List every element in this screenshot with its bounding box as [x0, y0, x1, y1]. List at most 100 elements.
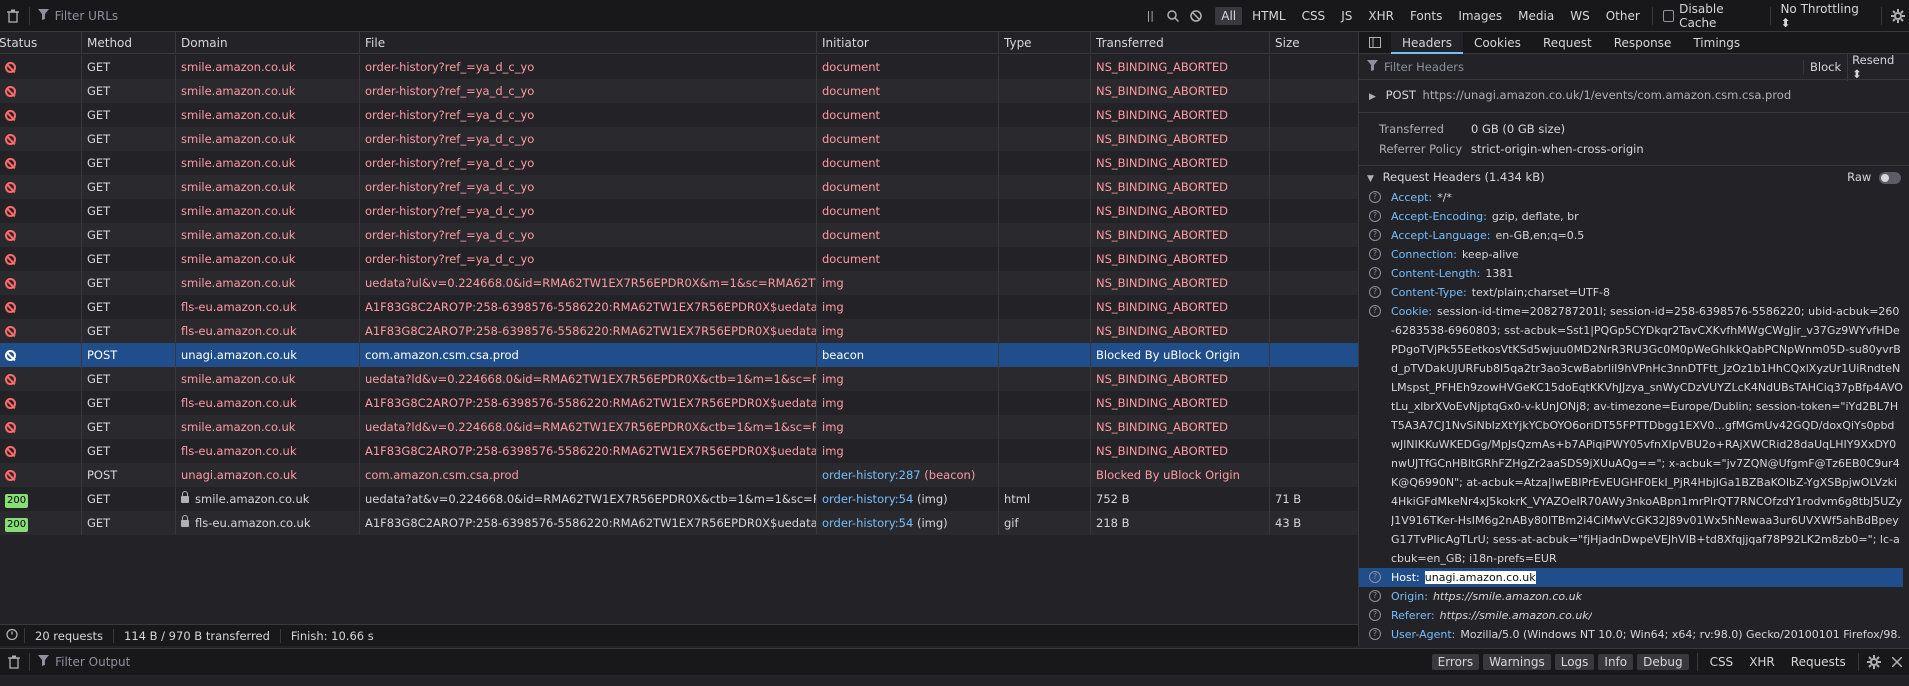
table-row[interactable]: GET smile.amazon.co.uk order-history?ref_=…: [0, 127, 1358, 151]
disable-cache-checkbox[interactable]: Disable Cache: [1662, 2, 1760, 30]
table-row[interactable]: POST unagi.amazon.co.uk com.amazon.csm.csa…: [0, 343, 1358, 367]
help-icon[interactable]: ?: [1369, 267, 1381, 279]
table-row[interactable]: 200 GET smile.amazon.co.uk uedata?at&v=0.22…: [0, 487, 1358, 511]
header-value[interactable]: keep-alive: [1462, 248, 1519, 261]
table-row[interactable]: GET smile.amazon.co.uk order-history?ref_=…: [0, 79, 1358, 103]
header-value[interactable]: unagi.amazon.co.uk: [1424, 571, 1536, 584]
initiator-text[interactable]: order-history:54: [822, 492, 913, 506]
column-header-size[interactable]: Size: [1270, 32, 1358, 53]
header-value[interactable]: text/plain;charset=UTF-8: [1472, 286, 1610, 299]
search-icon[interactable]: [1162, 4, 1185, 28]
pause-icon[interactable]: ||: [1147, 9, 1154, 22]
tab-cookies[interactable]: Cookies: [1463, 32, 1532, 54]
throttling-select[interactable]: No Throttling ⬍: [1780, 2, 1867, 30]
header-value[interactable]: https://smile.amazon.co.uk/: [1440, 609, 1593, 622]
table-row[interactable]: GET fls-eu.amazon.co.uk A1F83G8C2ARO7P:258…: [0, 439, 1358, 463]
chevron-down-icon[interactable]: ▼: [1367, 174, 1374, 184]
table-row[interactable]: GET smile.amazon.co.uk order-history?ref_=…: [0, 223, 1358, 247]
resend-button[interactable]: Resend ⬍: [1847, 52, 1909, 81]
table-row[interactable]: POST unagi.amazon.co.uk com.amazon.csm.csa…: [0, 463, 1358, 487]
trash-icon[interactable]: [2, 4, 25, 28]
tab-response[interactable]: Response: [1603, 32, 1683, 54]
type-filter-fonts[interactable]: Fonts: [1404, 7, 1448, 25]
checkbox-icon[interactable]: [1662, 9, 1675, 22]
help-icon[interactable]: ?: [1369, 571, 1381, 583]
stopwatch-icon[interactable]: [0, 628, 25, 643]
help-icon[interactable]: ?: [1369, 229, 1381, 241]
header-value[interactable]: session-id-time=2082787201l; session-id=…: [1391, 305, 1903, 565]
header-row[interactable]: ? Content-Length: 1381: [1359, 264, 1903, 283]
gear-icon[interactable]: [1863, 650, 1886, 674]
console-filter-info[interactable]: Info: [1598, 654, 1634, 670]
close-icon[interactable]: [1886, 650, 1909, 674]
type-filter-media[interactable]: Media: [1512, 7, 1560, 25]
table-row[interactable]: GET smile.amazon.co.uk order-history?ref_=…: [0, 103, 1358, 127]
column-header-type[interactable]: Type: [999, 32, 1091, 53]
help-icon[interactable]: ?: [1369, 210, 1381, 222]
header-row[interactable]: ? Accept-Encoding: gzip, deflate, br: [1359, 207, 1903, 226]
header-row[interactable]: ? Host: unagi.amazon.co.uk: [1359, 568, 1903, 587]
column-header-status[interactable]: Status: [0, 32, 82, 53]
table-row[interactable]: GET fls-eu.amazon.co.uk A1F83G8C2ARO7P:258…: [0, 295, 1358, 319]
console-filter-warnings[interactable]: Warnings: [1483, 654, 1551, 670]
column-header-method[interactable]: Method: [82, 32, 176, 53]
table-row[interactable]: GET smile.amazon.co.uk uedata?ld&v=0.22466…: [0, 415, 1358, 439]
header-value[interactable]: en-GB,en;q=0.5: [1495, 229, 1584, 242]
block-icon[interactable]: [1185, 4, 1208, 28]
initiator-text[interactable]: order-history:287: [822, 468, 921, 482]
help-icon[interactable]: ?: [1369, 590, 1381, 602]
table-row[interactable]: GET smile.amazon.co.uk order-history?ref_=…: [0, 247, 1358, 271]
filter-urls-field[interactable]: Filter URLs: [34, 8, 1137, 23]
table-row[interactable]: GET fls-eu.amazon.co.uk A1F83G8C2ARO7P:258…: [0, 319, 1358, 343]
initiator-text[interactable]: order-history:54: [822, 516, 913, 530]
console-type-xhr[interactable]: XHR: [1743, 653, 1781, 671]
help-icon[interactable]: ?: [1369, 628, 1381, 640]
table-row[interactable]: 200 GET fls-eu.amazon.co.uk A1F83G8C2ARO7P:…: [0, 511, 1358, 535]
filter-headers-input[interactable]: Filter Headers: [1384, 60, 1803, 74]
help-icon[interactable]: ?: [1369, 609, 1381, 621]
table-row[interactable]: GET smile.amazon.co.uk uedata?ul&v=0.22466…: [0, 271, 1358, 295]
toggle-sidebar-icon[interactable]: [1363, 31, 1387, 55]
header-value[interactable]: 1381: [1485, 267, 1513, 280]
header-row[interactable]: ? Accept: */*: [1359, 188, 1903, 207]
console-filter-errors[interactable]: Errors: [1431, 654, 1480, 670]
header-row[interactable]: ? Origin: https://smile.amazon.co.uk: [1359, 587, 1903, 606]
type-filter-other[interactable]: Other: [1600, 7, 1646, 25]
header-value[interactable]: https://smile.amazon.co.uk: [1433, 590, 1582, 603]
table-row[interactable]: GET smile.amazon.co.uk order-history?ref_=…: [0, 175, 1358, 199]
header-row[interactable]: ? Cookie: session-id-time=2082787201l; ses…: [1359, 302, 1903, 568]
header-row[interactable]: ? Referer: https://smile.amazon.co.uk/: [1359, 606, 1903, 625]
table-row[interactable]: GET smile.amazon.co.uk order-history?ref_=…: [0, 55, 1358, 79]
help-icon[interactable]: ?: [1369, 305, 1381, 317]
table-row[interactable]: GET smile.amazon.co.uk order-history?ref_=…: [0, 151, 1358, 175]
trash-icon[interactable]: [2, 650, 25, 674]
header-value[interactable]: gzip, deflate, br: [1492, 210, 1579, 223]
header-row[interactable]: ? Accept-Language: en-GB,en;q=0.5: [1359, 226, 1903, 245]
header-row[interactable]: ? Content-Type: text/plain;charset=UTF-8: [1359, 283, 1903, 302]
column-header-initiator[interactable]: Initiator: [817, 32, 999, 53]
console-filter-logs[interactable]: Logs: [1554, 654, 1595, 670]
type-filter-xhr[interactable]: XHR: [1362, 7, 1400, 25]
column-header-file[interactable]: File: [360, 32, 817, 53]
request-headers-section[interactable]: ▼ Request Headers (1.434 kB) Raw: [1359, 166, 1909, 188]
tab-timings[interactable]: Timings: [1682, 32, 1751, 54]
type-filter-css[interactable]: CSS: [1296, 7, 1332, 25]
request-line[interactable]: ▶ POST https://unagi.amazon.co.uk/1/even…: [1359, 84, 1909, 106]
filter-urls-input[interactable]: Filter URLs: [55, 9, 119, 23]
type-filter-html[interactable]: HTML: [1246, 7, 1291, 25]
column-header-domain[interactable]: Domain: [176, 32, 360, 53]
tab-headers[interactable]: Headers: [1391, 31, 1463, 54]
tab-request[interactable]: Request: [1532, 32, 1603, 54]
table-row[interactable]: GET smile.amazon.co.uk uedata?ld&v=0.22466…: [0, 367, 1358, 391]
gear-icon[interactable]: [1886, 4, 1909, 28]
table-row[interactable]: GET fls-eu.amazon.co.uk A1F83G8C2ARO7P:258…: [0, 391, 1358, 415]
raw-switch[interactable]: [1879, 171, 1901, 184]
block-button[interactable]: Block: [1803, 59, 1847, 74]
raw-toggle[interactable]: Raw: [1847, 166, 1901, 188]
console-filter-debug[interactable]: Debug: [1637, 654, 1689, 670]
help-icon[interactable]: ?: [1369, 248, 1381, 260]
type-filter-all[interactable]: All: [1215, 6, 1243, 25]
header-value[interactable]: */*: [1437, 191, 1452, 204]
help-icon[interactable]: ?: [1369, 191, 1381, 203]
console-type-requests[interactable]: Requests: [1785, 653, 1852, 671]
